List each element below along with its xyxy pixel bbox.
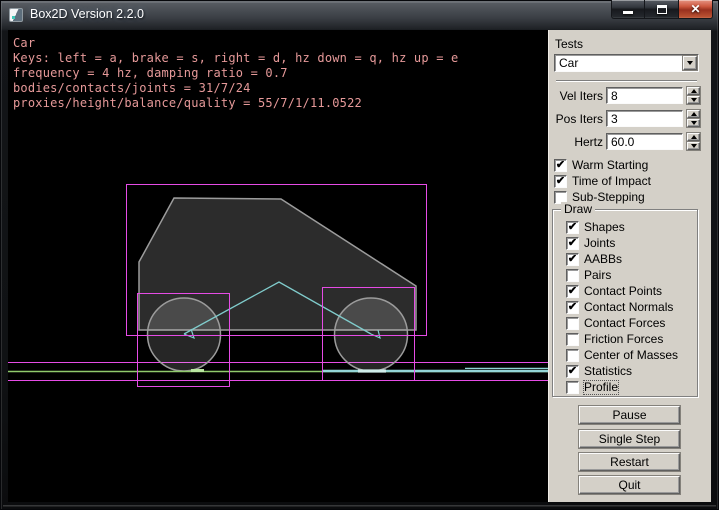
checkbox-label: Warm Starting bbox=[572, 159, 648, 172]
tests-dropdown-value: Car bbox=[559, 56, 578, 71]
test-title-text: Car bbox=[13, 36, 35, 51]
separator bbox=[556, 80, 697, 82]
close-icon: ✕ bbox=[690, 1, 700, 18]
checkbox-icon[interactable]: ✔ bbox=[566, 285, 579, 298]
maximize-icon bbox=[657, 5, 667, 14]
checkbox-label: Joints bbox=[584, 237, 615, 250]
minimize-button[interactable] bbox=[611, 0, 645, 19]
checkbox-label: Time of Impact bbox=[572, 175, 651, 188]
checkbox-icon[interactable] bbox=[566, 333, 579, 346]
checkbox-icon[interactable]: ✔ bbox=[566, 301, 579, 314]
checkbox-icon[interactable] bbox=[566, 317, 579, 330]
checkbox-icon[interactable] bbox=[566, 381, 579, 394]
pos-iters-spin-down[interactable] bbox=[687, 119, 700, 127]
control-panel: Tests Car Vel Iters Pos Iters Hertz bbox=[548, 30, 711, 502]
checkbox-icon[interactable]: ✔ bbox=[566, 253, 579, 266]
checkbox-label: Pairs bbox=[584, 269, 611, 282]
vel-iters-spin-up[interactable] bbox=[687, 87, 700, 95]
hertz-spin-down[interactable] bbox=[687, 142, 700, 150]
tests-dropdown[interactable]: Car bbox=[554, 54, 699, 72]
pause-button[interactable]: Pause bbox=[579, 406, 680, 424]
checkbox-label: Statistics bbox=[584, 365, 632, 378]
spinner-up-icon bbox=[691, 112, 697, 116]
contact-highlight-right bbox=[358, 369, 386, 372]
hertz-label: Hertz bbox=[548, 135, 603, 150]
spinner-down-icon bbox=[691, 121, 697, 125]
spinner-up-icon bbox=[691, 89, 697, 93]
simulation-canvas[interactable]: Car Keys: left = a, brake = s, right = d… bbox=[8, 30, 548, 502]
keys-help-text: Keys: left = a, brake = s, right = d, hz… bbox=[13, 51, 458, 66]
frequency-text: frequency = 4 hz, damping ratio = 0.7 bbox=[13, 66, 288, 81]
window-content: Car Keys: left = a, brake = s, right = d… bbox=[8, 30, 711, 502]
tests-label: Tests bbox=[555, 37, 583, 51]
maximize-button[interactable] bbox=[645, 0, 678, 19]
dropdown-arrow-icon bbox=[687, 61, 693, 65]
quit-button[interactable]: Quit bbox=[579, 476, 680, 494]
pos-iters-spinner bbox=[687, 110, 700, 127]
draw-group-title: Draw bbox=[561, 202, 595, 216]
hertz-spin-up[interactable] bbox=[687, 133, 700, 141]
pos-iters-input[interactable] bbox=[606, 110, 683, 127]
proxies-text: proxies/height/balance/quality = 55/7/1/… bbox=[13, 96, 362, 111]
checkbox-icon[interactable]: ✔ bbox=[554, 175, 567, 188]
hertz-spinner bbox=[687, 133, 700, 150]
checkbox-icon[interactable]: ✔ bbox=[566, 237, 579, 250]
checkbox-icon[interactable]: ✔ bbox=[566, 365, 579, 378]
checkbox-icon[interactable] bbox=[566, 269, 579, 282]
stats-text: bodies/contacts/joints = 31/7/24 bbox=[13, 81, 251, 96]
spinner-down-icon bbox=[691, 144, 697, 148]
vel-iters-input[interactable] bbox=[606, 87, 683, 104]
contact-point-left bbox=[191, 369, 204, 372]
checkbox-icon[interactable]: ✔ bbox=[566, 221, 579, 234]
spinner-up-icon bbox=[691, 135, 697, 139]
checkbox-label: Shapes bbox=[584, 221, 625, 234]
minimize-icon bbox=[623, 11, 633, 14]
checkbox-label: Profile bbox=[584, 381, 618, 394]
single-step-button[interactable]: Single Step bbox=[579, 430, 680, 448]
title-bar[interactable]: Box2D Version 2.2.0 ✕ bbox=[0, 0, 719, 30]
checkbox-label: AABBs bbox=[584, 253, 622, 266]
checkbox-label: Contact Normals bbox=[584, 301, 673, 314]
app-icon bbox=[9, 8, 23, 22]
close-button[interactable]: ✕ bbox=[678, 0, 713, 19]
window-controls: ✕ bbox=[611, 0, 713, 19]
spinner-down-icon bbox=[691, 98, 697, 102]
pos-iters-label: Pos Iters bbox=[548, 112, 603, 127]
checkbox-icon[interactable]: ✔ bbox=[554, 159, 567, 172]
checkbox-label: Friction Forces bbox=[584, 333, 663, 346]
restart-button[interactable]: Restart bbox=[579, 453, 680, 471]
checkbox-label: Contact Forces bbox=[584, 317, 665, 330]
checkbox-label: Center of Masses bbox=[584, 349, 678, 362]
vel-iters-spin-down[interactable] bbox=[687, 96, 700, 104]
hertz-input[interactable] bbox=[606, 133, 683, 150]
pos-iters-spin-up[interactable] bbox=[687, 110, 700, 118]
app-window: Box2D Version 2.2.0 ✕ bbox=[0, 0, 719, 510]
checkbox-icon[interactable] bbox=[566, 349, 579, 362]
tests-dropdown-button[interactable] bbox=[683, 56, 697, 70]
vel-iters-spinner bbox=[687, 87, 700, 104]
checkbox-label: Contact Points bbox=[584, 285, 662, 298]
window-title: Box2D Version 2.2.0 bbox=[30, 7, 144, 21]
vel-iters-label: Vel Iters bbox=[548, 89, 603, 104]
